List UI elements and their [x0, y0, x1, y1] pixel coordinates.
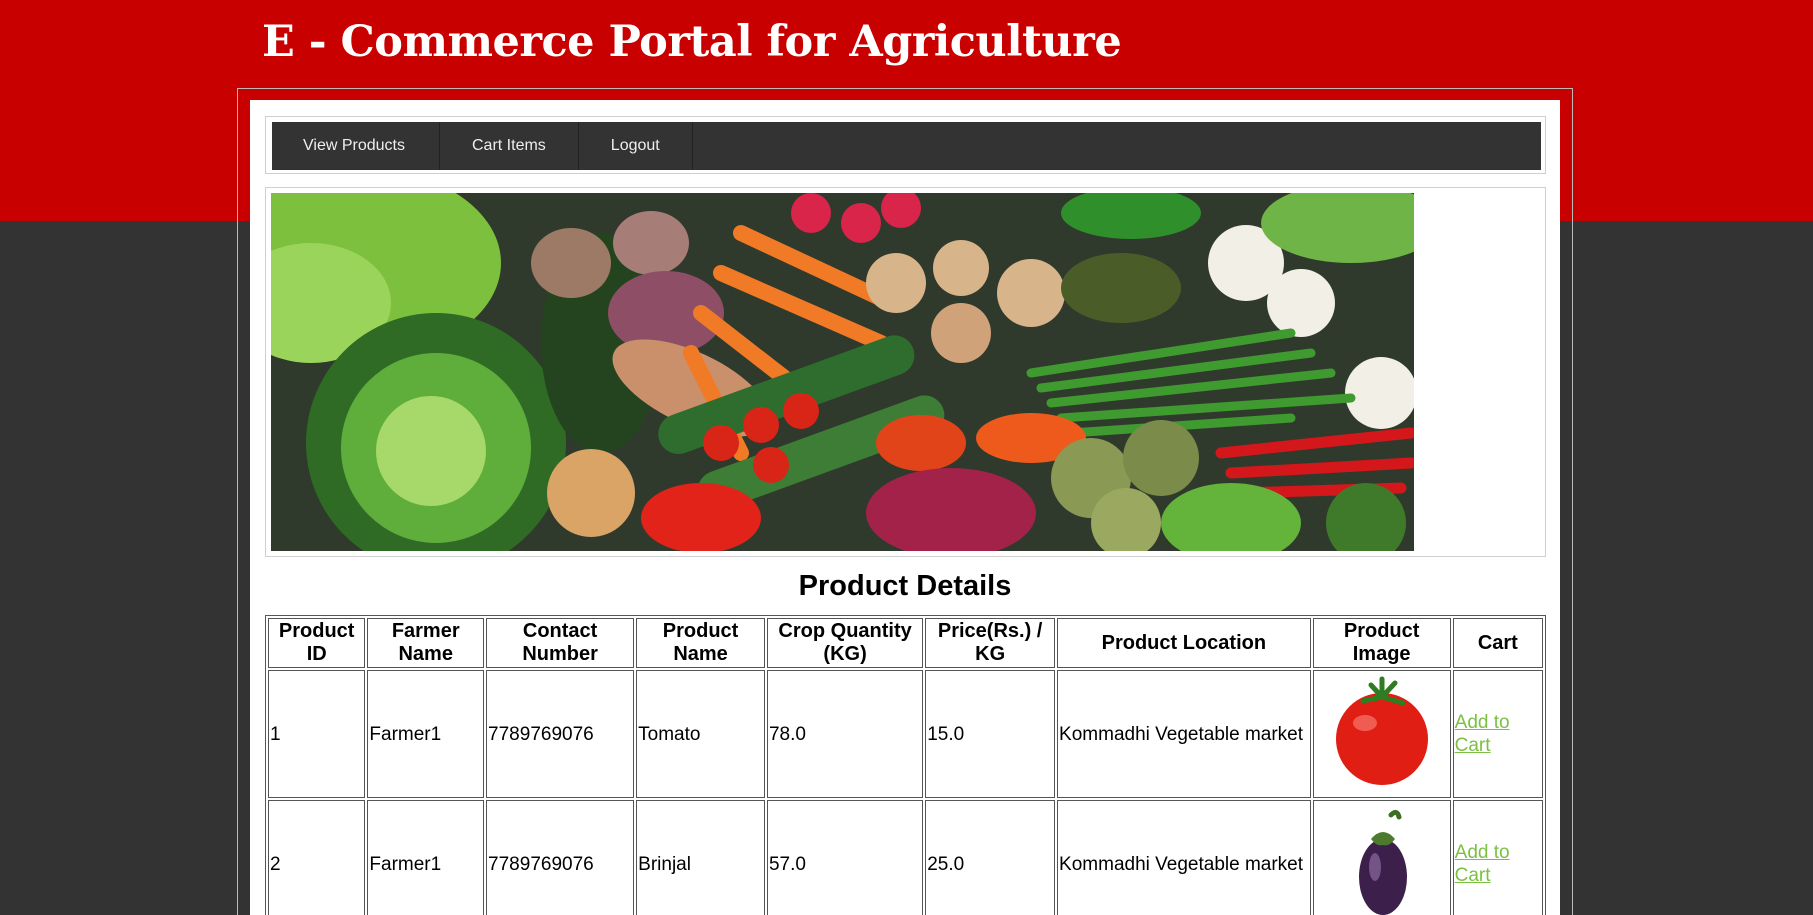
add-to-cart-link[interactable]: Add to Cart: [1455, 842, 1510, 886]
nav-logout[interactable]: Logout: [579, 122, 693, 170]
product-table: Product ID Farmer Name Contact Number Pr…: [265, 615, 1546, 915]
vegetables-banner-image: [271, 193, 1414, 551]
nav-cart-items[interactable]: Cart Items: [440, 122, 579, 170]
product-table-container: Product ID Farmer Name Contact Number Pr…: [265, 615, 1546, 915]
cell-product-image: [1312, 800, 1451, 915]
cell-product-id: 1: [268, 670, 366, 798]
cell-product-image: [1312, 670, 1451, 798]
column-header-product-name: Product Name: [636, 618, 765, 668]
cell-product-id: 2: [268, 800, 366, 915]
nav-container: View Products Cart Items Logout: [265, 116, 1546, 174]
column-header-contact-number: Contact Number: [486, 618, 635, 668]
cell-farmer-name: Farmer1: [367, 800, 485, 915]
cell-contact-number: 7789769076: [486, 800, 635, 915]
brinjal-icon: [1358, 809, 1407, 915]
cell-crop-quantity: 78.0: [766, 670, 924, 798]
cell-product-name: Brinjal: [636, 800, 765, 915]
cell-product-location: Kommadhi Vegetable market: [1057, 670, 1311, 798]
main-content: View Products Cart Items Logout Product …: [250, 100, 1560, 915]
product-details-title: Product Details: [798, 570, 1012, 602]
cell-price: 25.0: [925, 800, 1056, 915]
cell-farmer-name: Farmer1: [367, 670, 485, 798]
column-header-product-image: Product Image: [1312, 618, 1451, 668]
banner-container: [265, 187, 1546, 557]
nav-bar: View Products Cart Items Logout: [272, 122, 1541, 170]
table-row: 1 Farmer1 7789769076 Tomato 78.0 15.0 Ko…: [268, 670, 1543, 798]
column-header-price: Price(Rs.) / KG: [925, 618, 1056, 668]
nav-view-products[interactable]: View Products: [272, 122, 440, 170]
column-header-crop-quantity: Crop Quantity (KG): [766, 618, 924, 668]
column-header-farmer-name: Farmer Name: [367, 618, 485, 668]
cell-cart: Add to Cart: [1452, 800, 1543, 915]
table-header-row: Product ID Farmer Name Contact Number Pr…: [268, 618, 1543, 668]
column-header-product-location: Product Location: [1057, 618, 1311, 668]
column-header-product-id: Product ID: [268, 618, 366, 668]
cell-contact-number: 7789769076: [486, 670, 635, 798]
table-row: 2 Farmer1 7789769076 Brinjal 57.0 25.0 K…: [268, 800, 1543, 915]
tomato-icon: [1335, 676, 1428, 785]
cell-price: 15.0: [925, 670, 1056, 798]
cell-product-location: Kommadhi Vegetable market: [1057, 800, 1311, 915]
vegetables-illustration: [271, 193, 1414, 551]
cell-cart: Add to Cart: [1452, 670, 1543, 798]
column-header-cart: Cart: [1452, 618, 1543, 668]
site-title: E - Commerce Portal for Agriculture: [262, 17, 1122, 67]
add-to-cart-link[interactable]: Add to Cart: [1455, 712, 1510, 756]
cell-product-name: Tomato: [636, 670, 765, 798]
cell-crop-quantity: 57.0: [766, 800, 924, 915]
